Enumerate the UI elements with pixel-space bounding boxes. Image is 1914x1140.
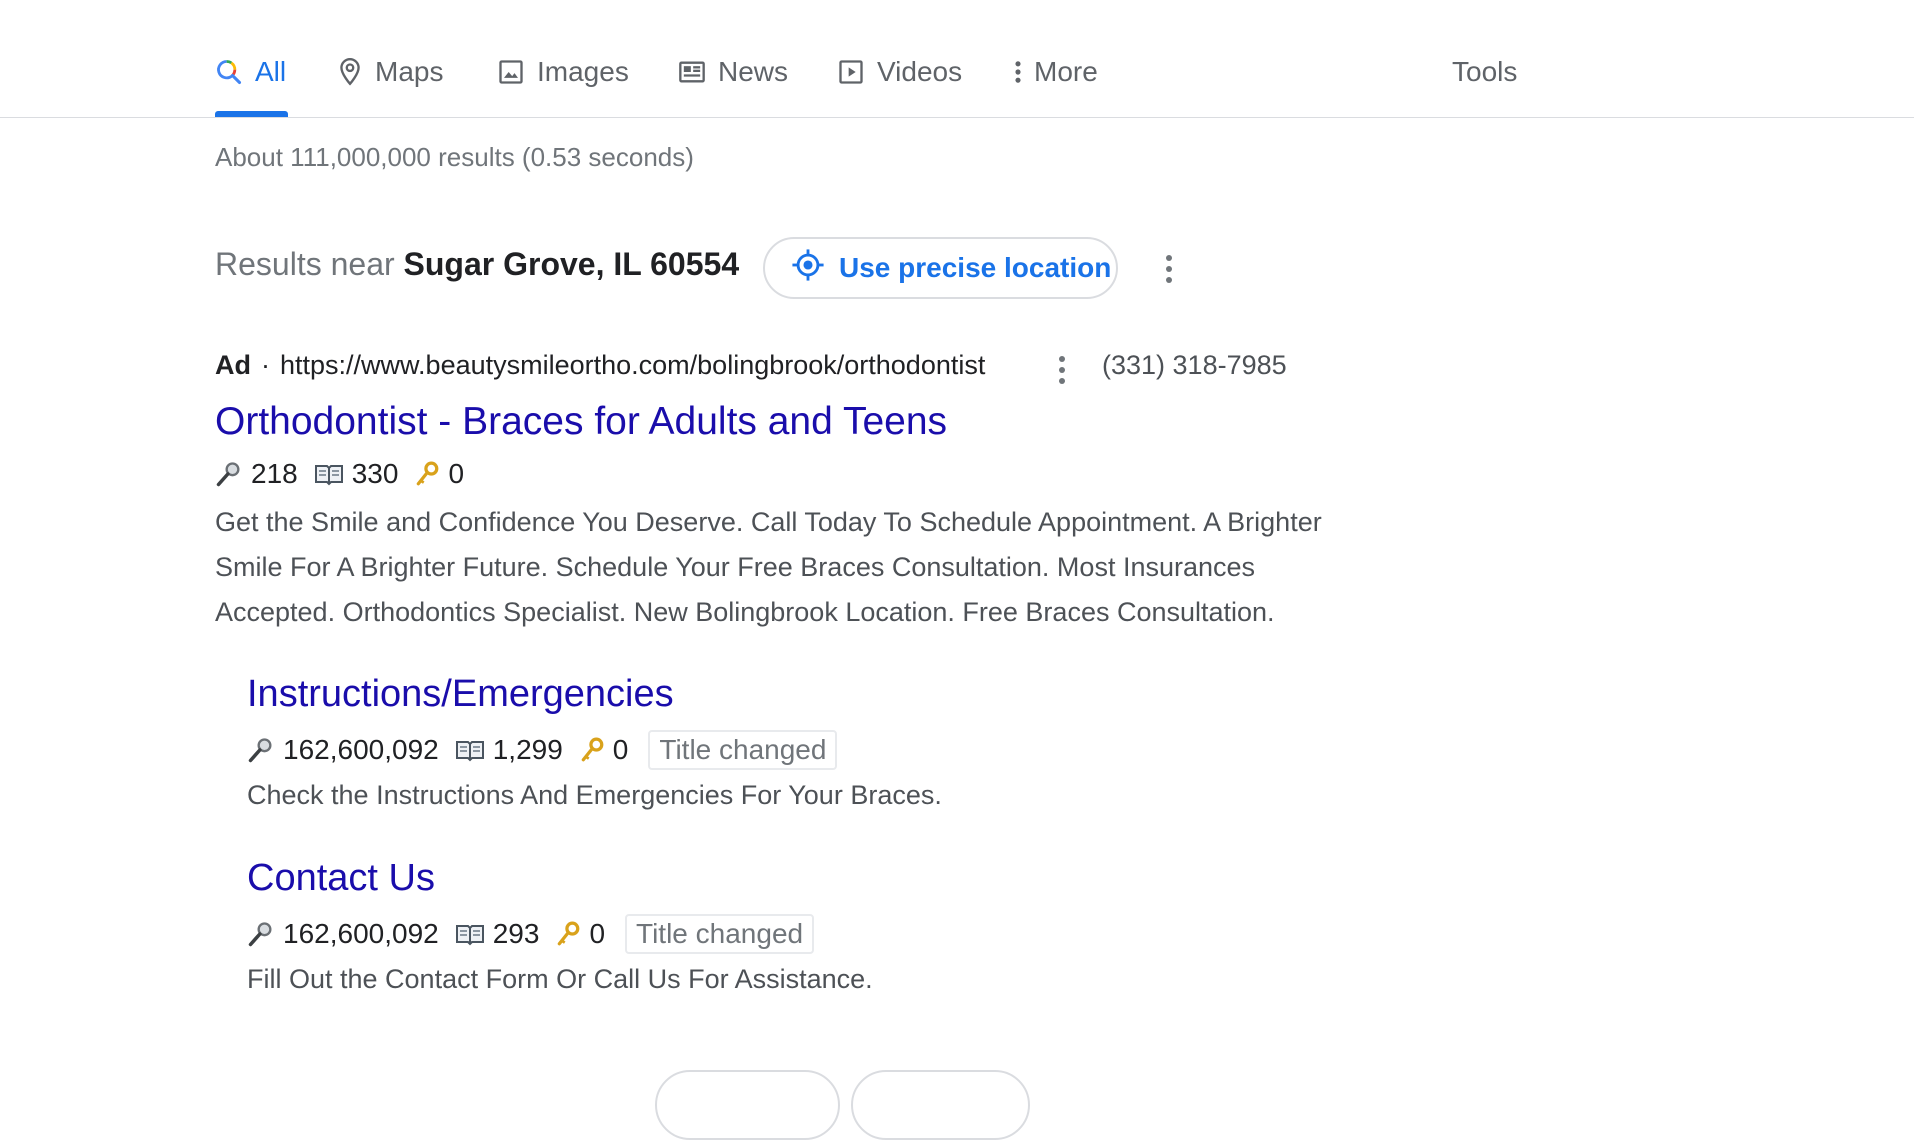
ad-separator: · [261,350,270,380]
key-icon [555,920,581,948]
map-pin-icon [337,57,363,87]
ad-metrics: 218 330 0 [215,458,480,490]
video-icon [837,58,865,86]
key-metric-value: 0 [612,734,629,765]
results-near-prefix: Results near [215,246,395,282]
magnifier-icon [247,920,275,948]
sitelink-metrics: 162,600,092 1,299 0 Title changed [247,730,838,770]
ad-description-line: Accepted. Orthodontics Specialist. New B… [215,597,1275,627]
ad-header: Ad · https://www.beautysmileortho.com/bo… [215,350,985,381]
location-options-icon[interactable] [1165,255,1173,283]
search-metric-value: 218 [251,458,298,489]
key-metric-value: 0 [589,918,606,949]
open-book-icon [455,738,485,762]
ad-options-icon[interactable] [1058,356,1066,384]
sitelink-description: Check the Instructions And Emergencies F… [247,780,942,810]
filter-chip[interactable] [655,1070,840,1140]
tab-images[interactable]: Images [497,52,629,92]
tab-videos[interactable]: Videos [837,52,962,92]
book-metric: 330 [314,458,399,490]
book-metric: 1,299 [455,734,563,766]
ad-url[interactable]: https://www.beautysmileortho.com/bolingb… [280,350,985,381]
key-metric: 0 [579,734,629,766]
news-icon [678,58,706,86]
results-near-label: Results near Sugar Grove, IL 60554 [215,246,739,283]
tab-videos-label: Videos [877,56,963,87]
use-precise-location-button[interactable]: Use precise location [763,237,1118,299]
tab-news[interactable]: News [678,52,788,92]
ad-description-line: Get the Smile and Confidence You Deserve… [215,507,1322,537]
tab-more[interactable]: More [1012,52,1098,92]
book-metric-value: 293 [492,918,540,949]
search-metric: 162,600,092 [247,918,439,950]
title-changed-badge: Title changed [625,914,815,954]
ad-description: Get the Smile and Confidence You Deserve… [215,500,1415,635]
active-tab-indicator [215,111,288,117]
open-book-icon [455,922,485,946]
search-tabs-bar: All Maps Images News Videos More Tools [0,0,1914,118]
results-near-place: Sugar Grove, IL 60554 [403,246,740,282]
book-metric: 293 [455,918,540,950]
ad-description-line: Smile For A Brighter Future. Schedule Yo… [215,552,1256,582]
key-metric-value: 0 [448,458,465,489]
ad-phone-number[interactable]: (331) 318-7985 [1102,350,1287,381]
sitelink-metrics: 162,600,092 293 0 Title changed [247,914,815,954]
search-metric: 218 [215,458,298,490]
book-metric-value: 1,299 [492,734,563,765]
sitelink-contact-us[interactable]: Contact Us [247,857,435,900]
tab-all[interactable]: All [215,52,286,92]
tab-more-label: More [1034,56,1098,87]
key-metric: 0 [414,458,464,490]
image-icon [497,58,525,86]
magnifier-icon [247,736,275,764]
title-changed-badge: Title changed [648,730,838,770]
open-book-icon [314,462,344,486]
tab-news-label: News [718,56,789,87]
tab-maps[interactable]: Maps [337,52,443,92]
search-icon [215,58,243,86]
ad-title-link[interactable]: Orthodontist - Braces for Adults and Tee… [215,400,947,444]
tools-button[interactable]: Tools [1452,52,1517,92]
crosshair-icon [791,248,825,289]
sitelink-description: Fill Out the Contact Form Or Call Us For… [247,964,873,994]
book-metric-value: 330 [351,458,399,489]
search-metric-value: 162,600,092 [283,918,439,949]
ad-label: Ad [215,350,251,380]
magnifier-icon [215,460,243,488]
sitelink-instructions-emergencies[interactable]: Instructions/Emergencies [247,673,674,716]
tab-all-label: All [255,56,287,87]
filter-chip[interactable] [851,1070,1030,1140]
key-icon [579,736,605,764]
search-metric: 162,600,092 [247,734,439,766]
result-stats: About 111,000,000 results (0.53 seconds) [215,142,694,172]
use-precise-location-label: Use precise location [839,252,1112,283]
key-metric: 0 [555,918,605,950]
tab-maps-label: Maps [375,56,444,87]
search-metric-value: 162,600,092 [283,734,439,765]
more-vertical-icon [1012,58,1024,86]
tab-images-label: Images [537,56,629,87]
key-icon [414,460,440,488]
